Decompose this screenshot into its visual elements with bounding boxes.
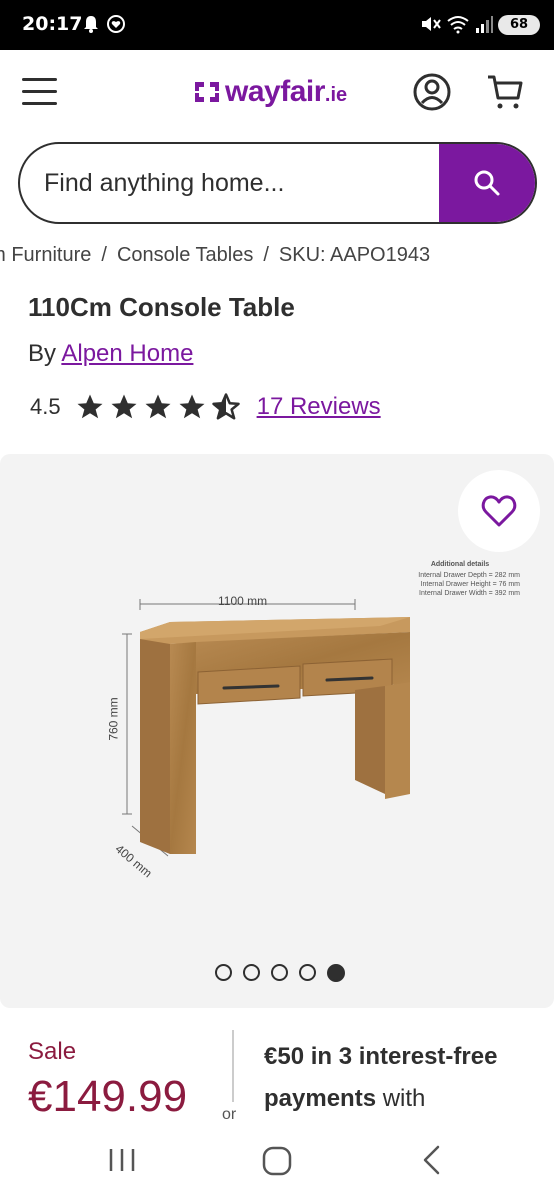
rating-value: 4.5 [30, 394, 61, 419]
carousel-dots [215, 964, 345, 982]
back-icon[interactable] [420, 1144, 444, 1176]
heart-circle-icon [107, 15, 125, 33]
brand-tld: .ie [324, 83, 348, 106]
search-input[interactable] [44, 144, 434, 222]
mute-icon [422, 17, 441, 31]
cart-icon[interactable] [485, 72, 525, 112]
carousel-dot[interactable] [243, 964, 260, 981]
carousel-dot-active[interactable] [327, 964, 345, 982]
search-icon [474, 170, 500, 196]
star-full-icon [145, 394, 171, 419]
star-half-icon [211, 393, 240, 420]
wayfair-logo[interactable]: wayfair .ie [193, 72, 347, 112]
product-rating: 4.5 17 Reviews [30, 390, 381, 424]
account-icon[interactable] [412, 72, 452, 112]
carousel-dot[interactable] [215, 964, 232, 981]
price-section: Sale €149.99 or €50 in 3 interest-free p… [0, 1020, 554, 1123]
additional-details: Additional details Internal Drawer Depth… [418, 561, 520, 597]
search-button[interactable] [439, 144, 535, 222]
breadcrumb-item[interactable]: om Furniture [0, 244, 91, 266]
site-header: wayfair .ie [0, 50, 554, 136]
wifi-icon [447, 16, 469, 34]
breadcrumb: om Furniture/Console Tables/SKU: AAPO194… [0, 244, 554, 274]
product-image-gallery[interactable]: Additional details Internal Drawer Depth… [0, 454, 554, 1008]
star-full-icon [77, 394, 103, 419]
logo-pinwheel-icon [195, 82, 219, 102]
status-bar: 20:17 68 [0, 0, 554, 50]
system-nav-bar [0, 1120, 554, 1200]
sale-label: Sale [28, 1038, 77, 1065]
breadcrumb-item[interactable]: Console Tables [117, 244, 253, 266]
signal-icon [476, 16, 493, 33]
home-icon[interactable] [262, 1146, 292, 1176]
status-time: 20:17 [22, 13, 83, 35]
product-title: 110Cm Console Table [28, 292, 295, 322]
heart-icon [481, 495, 517, 527]
battery-indicator: 68 [498, 15, 540, 35]
width-label: 1100 mm [218, 594, 268, 608]
depth-label: 400 mm [112, 841, 155, 881]
installment-text: €50 in 3 interest-free payments with [264, 1043, 498, 1112]
product-byline: By Alpen Home [28, 340, 194, 367]
height-label: 760 mm [106, 697, 121, 741]
carousel-dot[interactable] [271, 964, 288, 981]
favorite-button[interactable] [458, 470, 540, 552]
reviews-link[interactable]: 17 Reviews [257, 393, 381, 421]
recent-apps-icon[interactable] [106, 1146, 138, 1174]
breadcrumb-sku: SKU: AAPO1943 [278, 244, 431, 266]
bell-icon [84, 16, 98, 33]
star-full-icon [111, 394, 137, 419]
brand-link[interactable]: Alpen Home [61, 340, 193, 367]
carousel-dot[interactable] [299, 964, 316, 981]
menu-icon[interactable] [22, 78, 58, 106]
price-divider [232, 1030, 234, 1102]
brand-name: wayfair [225, 75, 325, 108]
star-full-icon [179, 394, 205, 419]
rating-stars [73, 392, 243, 422]
sale-price: €149.99 [28, 1072, 188, 1121]
search-bar [18, 142, 537, 224]
